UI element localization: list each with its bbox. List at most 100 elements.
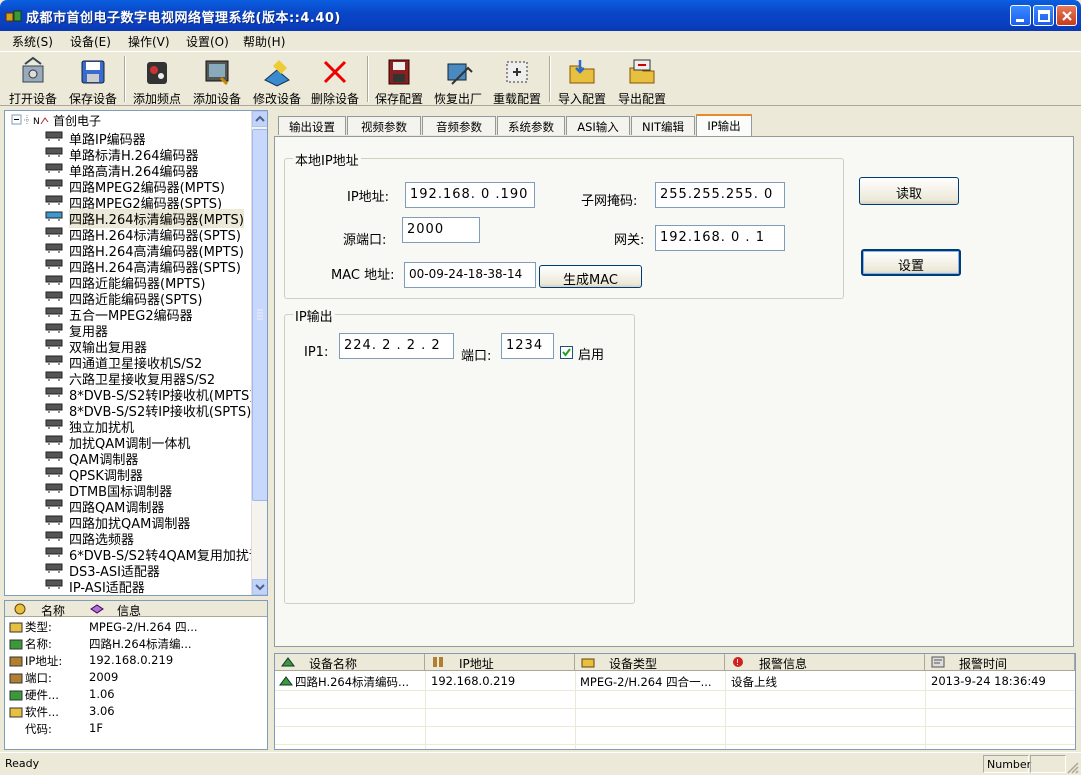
import-config-button[interactable]: 导入配置 bbox=[554, 56, 610, 106]
toolbar-label: 保存配置 bbox=[374, 92, 423, 106]
read-button[interactable]: 读取 bbox=[859, 177, 959, 205]
name-column-icon bbox=[14, 603, 26, 615]
device-icon bbox=[45, 515, 63, 525]
mac-address-field[interactable]: 00-09-24-18-38-14 bbox=[404, 262, 536, 288]
add-device-button[interactable]: 添加设备 bbox=[189, 56, 245, 106]
menu-help[interactable]: 帮助(H) bbox=[243, 33, 285, 50]
info-value: 2009 bbox=[89, 670, 119, 684]
reload-config-button[interactable]: 重载配置 bbox=[489, 56, 545, 106]
tree-scrollbar[interactable] bbox=[251, 111, 267, 595]
column-alarm-time[interactable]: 报警时间 bbox=[925, 654, 1075, 671]
resize-grip-icon[interactable] bbox=[1066, 761, 1079, 774]
toolbar-label: 打开设备 bbox=[8, 92, 57, 106]
info-value: MPEG-2/H.264 四... bbox=[89, 620, 198, 634]
menu-system[interactable]: 系统(S) bbox=[12, 33, 53, 50]
info-key: 类型: bbox=[25, 620, 52, 634]
save-config-icon bbox=[388, 59, 410, 85]
device-online-icon bbox=[279, 676, 293, 686]
export-config-button[interactable]: 导出配置 bbox=[614, 56, 670, 106]
edit-device-button[interactable]: 修改设备 bbox=[249, 56, 305, 106]
info-row-icon bbox=[9, 707, 23, 718]
enable-label: 启用 bbox=[578, 348, 605, 363]
import-config-icon bbox=[569, 60, 595, 84]
device-icon bbox=[45, 499, 63, 509]
table-row[interactable]: 四路H.264标清编码... 192.168.0.219 MPEG-2/H.26… bbox=[275, 672, 1075, 690]
toolbar-separator bbox=[124, 56, 126, 102]
export-config-icon bbox=[629, 59, 655, 84]
alarm-table-header: 设备名称 IP地址 设备类型 ! 报警信息 报警时间 bbox=[275, 654, 1075, 671]
title-bar: 成都市首创电子数字电视网络管理系统(版本::4.40) bbox=[0, 0, 1081, 31]
minimize-button[interactable] bbox=[1010, 5, 1031, 26]
tab-label: 系统参数 bbox=[508, 120, 554, 134]
ip-address-label: IP地址: bbox=[347, 190, 390, 205]
info-key: 代码: bbox=[25, 722, 52, 736]
source-port-field[interactable]: 2000 bbox=[402, 217, 480, 243]
tab-asi-input[interactable]: ASI输入 bbox=[566, 116, 630, 135]
tab-label: 输出设置 bbox=[289, 120, 335, 134]
ip-output-group: IP输出 IP1: 224. 2 . 2 . 2 端口: 1234 启用 bbox=[284, 306, 635, 604]
reload-config-icon bbox=[506, 61, 528, 83]
device-icon bbox=[45, 147, 63, 157]
output-port-field[interactable]: 1234 bbox=[501, 333, 554, 359]
info-row-icon bbox=[9, 690, 23, 701]
mac-address-label: MAC 地址: bbox=[331, 268, 395, 283]
info-value: 3.06 bbox=[89, 704, 115, 718]
tab-nit-edit[interactable]: NIT编辑 bbox=[631, 116, 695, 135]
factory-reset-icon bbox=[447, 63, 473, 85]
info-key: 名称: bbox=[25, 637, 52, 651]
enable-checkbox[interactable] bbox=[560, 346, 573, 359]
grid-line bbox=[275, 726, 1075, 727]
output-port-label: 端口: bbox=[461, 349, 492, 364]
scroll-up-arrow[interactable] bbox=[252, 111, 267, 127]
column-device-name[interactable]: 设备名称 bbox=[275, 654, 425, 671]
toolbar-label: 修改设备 bbox=[252, 92, 301, 106]
menu-operation[interactable]: 操作(V) bbox=[128, 33, 170, 50]
column-alarm-info[interactable]: ! 报警信息 bbox=[725, 654, 925, 671]
cell-time: 2013-9-24 18:36:49 bbox=[931, 674, 1046, 688]
tab-system-params[interactable]: 系统参数 bbox=[497, 116, 565, 135]
ip1-field[interactable]: 224. 2 . 2 . 2 bbox=[339, 333, 454, 359]
save-config-button[interactable]: 保存配置 bbox=[371, 56, 427, 106]
subnet-mask-field[interactable]: 255.255.255. 0 bbox=[655, 182, 785, 208]
column-label: 设备类型 bbox=[609, 657, 658, 671]
device-type-icon bbox=[581, 658, 595, 668]
info-row-icon bbox=[9, 622, 23, 633]
subnet-mask-label: 子网掩码: bbox=[581, 194, 638, 209]
scroll-thumb[interactable] bbox=[252, 129, 267, 501]
info-row-icon bbox=[9, 724, 23, 735]
scroll-down-arrow[interactable] bbox=[252, 579, 267, 595]
alarm-icon: ! bbox=[733, 657, 743, 667]
open-device-button[interactable]: 打开设备 bbox=[5, 56, 61, 106]
delete-device-icon bbox=[323, 60, 347, 84]
column-ip-address[interactable]: IP地址 bbox=[425, 654, 575, 671]
ip-address-field[interactable]: 192.168. 0 .190 bbox=[405, 182, 535, 208]
device-icon bbox=[45, 419, 63, 429]
menu-settings[interactable]: 设置(O) bbox=[186, 33, 229, 50]
close-button[interactable] bbox=[1056, 5, 1077, 26]
add-frequency-button[interactable]: 添加频点 bbox=[129, 56, 185, 106]
save-device-button[interactable]: 保存设备 bbox=[65, 56, 121, 106]
tab-audio-params[interactable]: 音频参数 bbox=[422, 116, 496, 135]
set-button[interactable]: 设置 bbox=[861, 249, 961, 276]
gateway-field[interactable]: 192.168. 0 . 1 bbox=[655, 225, 785, 251]
minimize-icon bbox=[1016, 19, 1024, 22]
info-key: 端口: bbox=[25, 671, 52, 685]
maximize-button[interactable] bbox=[1033, 5, 1054, 26]
menu-device[interactable]: 设备(E) bbox=[70, 33, 111, 50]
generate-mac-button[interactable]: 生成MAC bbox=[539, 265, 642, 288]
toolbar-separator bbox=[367, 56, 369, 102]
toolbar: 打开设备 保存设备 添加频点 添加设备 修改设备 删除设备 保存配置 恢复出厂 … bbox=[0, 51, 1081, 106]
chevron-down-icon bbox=[255, 584, 265, 591]
device-icon bbox=[45, 563, 63, 573]
tab-video-params[interactable]: 视频参数 bbox=[347, 116, 421, 135]
toolbar-label: 添加频点 bbox=[132, 92, 181, 106]
column-device-type[interactable]: 设备类型 bbox=[575, 654, 725, 671]
open-device-icon bbox=[22, 56, 44, 83]
factory-reset-button[interactable]: 恢复出厂 bbox=[430, 56, 486, 106]
info-value: 四路H.264标清编... bbox=[89, 637, 192, 651]
delete-device-button[interactable]: 删除设备 bbox=[307, 56, 363, 106]
status-number: Number bbox=[983, 755, 1031, 773]
info-key: IP地址: bbox=[25, 654, 63, 668]
tab-output-settings[interactable]: 输出设置 bbox=[278, 116, 346, 135]
tab-ip-output[interactable]: IP输出 bbox=[696, 114, 752, 137]
